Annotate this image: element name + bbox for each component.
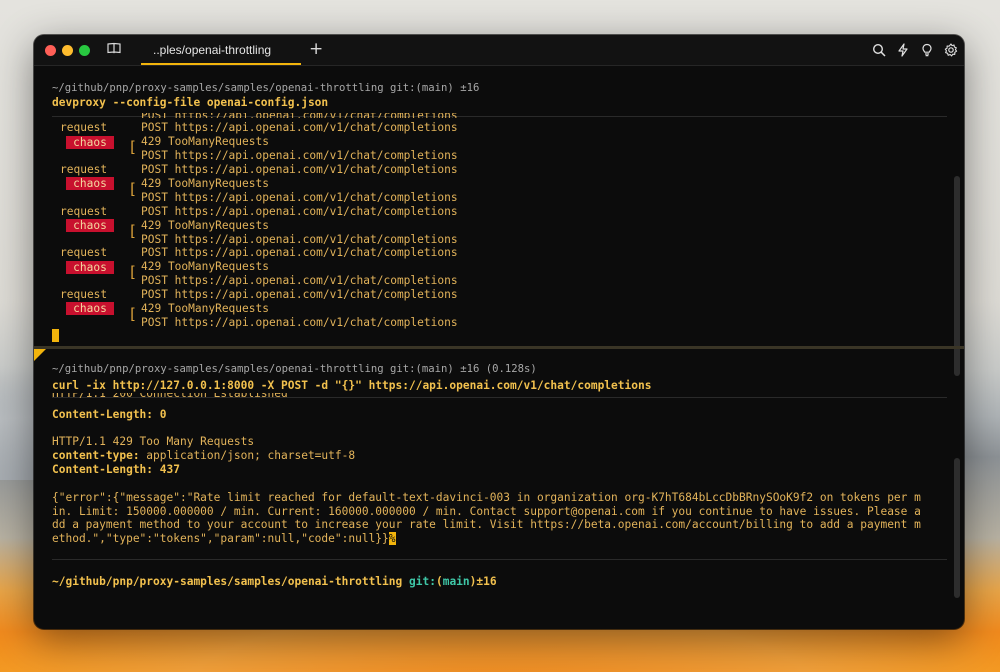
bottom-path-line: ~/github/pnp/proxy-samples/samples/opena… — [52, 363, 537, 375]
log-response-url: POST https://api.openai.com/v1/chat/comp… — [141, 274, 458, 287]
log-response-url: POST https://api.openai.com/v1/chat/comp… — [141, 149, 458, 162]
chaos-badge: chaos — [66, 261, 114, 274]
top-path-line: ~/github/pnp/proxy-samples/samples/opena… — [52, 82, 480, 94]
log-request-url: POST https://api.openai.com/v1/chat/comp… — [141, 288, 458, 301]
log-response-url: POST https://api.openai.com/v1/chat/comp… — [141, 316, 458, 329]
end-of-output-marker: % — [388, 532, 396, 545]
bracket-glyph: [ — [128, 138, 138, 156]
top-terminal-pane[interactable]: ~/github/pnp/proxy-samples/samples/opena… — [34, 66, 964, 376]
book-icon[interactable] — [107, 41, 121, 55]
log-entry-request: request — [60, 205, 108, 218]
terminal-window: ..ples/openai-throttling + ~/github/pnp/… — [34, 35, 964, 629]
block-separator — [52, 559, 947, 560]
bracket-glyph: [ — [128, 222, 138, 240]
chaos-badge: chaos — [66, 136, 114, 149]
log-entry-request: request — [60, 246, 108, 259]
search-icon[interactable] — [872, 43, 886, 57]
tab-title: ..ples/openai-throttling — [153, 43, 272, 57]
bracket-glyph: [ — [128, 180, 138, 198]
log-status: 429 TooManyRequests — [141, 219, 269, 232]
log-entry-request: request — [60, 163, 108, 176]
bracket-glyph: [ — [128, 305, 138, 323]
tab-openai-throttling[interactable]: ..ples/openai-throttling — [141, 35, 301, 65]
bottom-command: curl -ix http://127.0.0.1:8000 -X POST -… — [52, 379, 652, 392]
log-status: 429 TooManyRequests — [141, 260, 269, 273]
response-body-line: dd a payment method to your account to i… — [52, 518, 921, 531]
log-entry-request: request — [60, 288, 108, 301]
log-response-url: POST https://api.openai.com/v1/chat/comp… — [141, 233, 458, 246]
partial-log-line: POST https://api.openai.com/v1/chat/comp… — [141, 113, 458, 118]
bracket-glyph: [ — [128, 263, 138, 281]
response-body-line: {"error":{"message":"Rate limit reached … — [52, 491, 921, 504]
chaos-badge: chaos — [66, 302, 114, 315]
lightning-icon[interactable] — [896, 43, 910, 57]
response-content-length: Content-Length: 437 — [52, 463, 180, 476]
bottom-terminal-pane[interactable]: ~/github/pnp/proxy-samples/samples/opena… — [34, 350, 964, 629]
response-line-established: HTTP/1.1 200 Connection Established — [52, 393, 288, 400]
response-content-length-0: Content-Length: 0 — [52, 408, 167, 421]
log-request-url: POST https://api.openai.com/v1/chat/comp… — [141, 205, 458, 218]
active-prompt[interactable]: ~/github/pnp/proxy-samples/samples/opena… — [52, 575, 497, 589]
log-request-url: POST https://api.openai.com/v1/chat/comp… — [141, 121, 458, 134]
response-content-type: content-type: application/json; charset=… — [52, 449, 356, 462]
bottom-pane-scrollbar[interactable] — [954, 458, 960, 598]
chaos-badge: chaos — [66, 219, 114, 232]
log-response-url: POST https://api.openai.com/v1/chat/comp… — [141, 191, 458, 204]
new-tab-button[interactable]: + — [309, 39, 323, 59]
title-bar: ..ples/openai-throttling + — [34, 35, 964, 66]
pane-divider[interactable] — [34, 346, 964, 349]
gear-icon[interactable] — [944, 43, 958, 57]
minimize-window-button[interactable] — [62, 45, 73, 56]
log-request-url: POST https://api.openai.com/v1/chat/comp… — [141, 163, 458, 176]
maximize-window-button[interactable] — [79, 45, 90, 56]
chaos-badge: chaos — [66, 177, 114, 190]
log-status: 429 TooManyRequests — [141, 135, 269, 148]
log-entry-request: request — [60, 121, 108, 134]
response-body-line: in. Limit: 150000.000000 / min. Current:… — [52, 505, 921, 518]
response-body-line: ethod.","type":"tokens","param":null,"co… — [52, 532, 396, 545]
lightbulb-icon[interactable] — [920, 43, 934, 57]
top-command: devproxy --config-file openai-config.jso… — [52, 96, 329, 109]
close-window-button[interactable] — [45, 45, 56, 56]
log-request-url: POST https://api.openai.com/v1/chat/comp… — [141, 246, 458, 259]
log-status: 429 TooManyRequests — [141, 177, 269, 190]
terminal-cursor — [52, 329, 59, 342]
toolbar-icons — [872, 35, 958, 65]
log-status: 429 TooManyRequests — [141, 302, 269, 315]
response-status-429: HTTP/1.1 429 Too Many Requests — [52, 435, 255, 448]
